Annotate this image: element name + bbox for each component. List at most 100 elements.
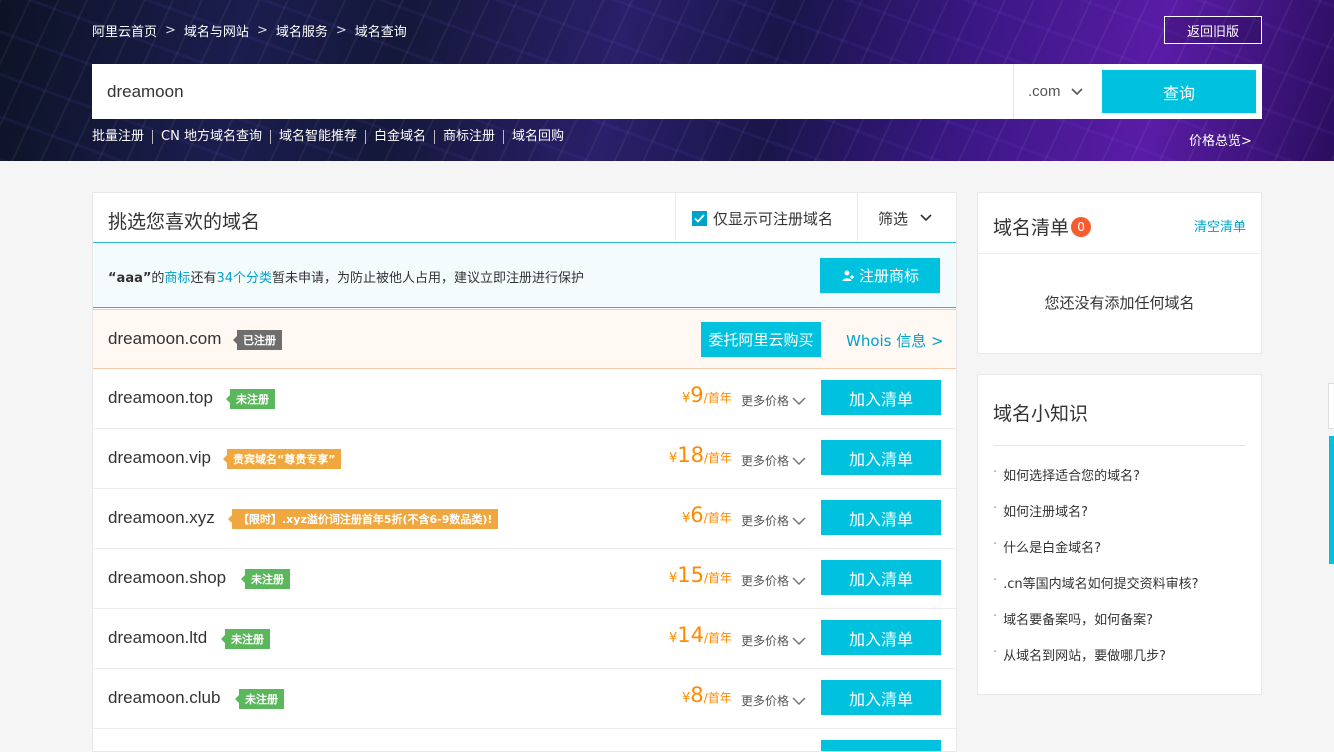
notice-text: 还有	[190, 271, 217, 286]
more-prices-toggle[interactable]: 更多价格	[741, 392, 806, 409]
more-prices-label: 更多价格	[741, 454, 790, 468]
domain-name: dreamoon.shop	[108, 568, 227, 587]
only-available-toggle[interactable]: 仅显示可注册域名	[675, 193, 857, 243]
tip-link[interactable]: 什么是白金域名?	[1003, 537, 1101, 556]
quick-link-platinum[interactable]: 白金域名	[364, 130, 434, 144]
side-toolbar-bar[interactable]	[1329, 436, 1334, 564]
status-badge: 未注册	[241, 569, 290, 589]
domain-name: dreamoon.club	[108, 688, 221, 707]
tip-item[interactable]: · 如何选择适合您的域名?	[993, 465, 1199, 501]
breadcrumb-domain-service[interactable]: 域名服务	[276, 21, 328, 40]
more-prices-toggle[interactable]: 更多价格	[741, 512, 806, 529]
tip-link[interactable]: 域名要备案吗，如何备案?	[1003, 609, 1153, 628]
tip-link[interactable]: .cn等国内域名如何提交资料审核?	[1003, 573, 1198, 592]
more-prices-toggle[interactable]: 更多价格	[741, 692, 806, 709]
add-to-list-button[interactable]: 加入清单	[821, 680, 941, 715]
breadcrumb: 阿里云首页 > 域名与网站 > 域名服务 > 域名查询	[92, 21, 407, 40]
price-value: 15	[677, 563, 705, 587]
breadcrumb-domains-sites[interactable]: 域名与网站	[184, 21, 249, 40]
register-trademark-label: 注册商标	[858, 267, 919, 285]
trademark-keyword: “aaa”	[108, 271, 152, 286]
query-button[interactable]: 查询	[1102, 70, 1256, 113]
divider	[978, 253, 1261, 254]
breadcrumb-home[interactable]: 阿里云首页	[92, 21, 157, 40]
whois-link[interactable]: Whois 信息 >	[846, 330, 944, 351]
quick-link-smart-recommend[interactable]: 域名智能推荐	[269, 130, 365, 144]
add-to-list-button[interactable]: 加入清单	[821, 380, 941, 415]
price: ¥18/首年	[669, 443, 732, 467]
price-overview-link[interactable]: 价格总览>	[1189, 130, 1252, 149]
more-prices-label: 更多价格	[741, 574, 790, 588]
more-prices-toggle[interactable]: 更多价格	[741, 572, 806, 589]
breadcrumb-separator: >	[165, 23, 176, 38]
quick-link-cn-local[interactable]: CN 地方域名查询	[152, 130, 270, 144]
suffix-select[interactable]: .com	[1013, 64, 1101, 119]
tip-link[interactable]: 如何选择适合您的域名?	[1003, 465, 1140, 484]
clear-cart-link[interactable]: 清空清单	[1194, 216, 1246, 235]
tip-item[interactable]: · 域名要备案吗，如何备案?	[993, 609, 1199, 645]
more-prices-toggle[interactable]: 更多价格	[741, 452, 806, 469]
quick-link-bulk-register[interactable]: 批量注册	[92, 130, 152, 144]
more-prices-toggle[interactable]: 更多价格	[741, 632, 806, 649]
categories-link[interactable]: 34个分类	[216, 271, 272, 286]
domain-row-registered: dreamoon.com 已注册 委托阿里云购买 Whois 信息 >	[93, 309, 956, 369]
domain-results-panel: 挑选您喜欢的域名 仅显示可注册域名 筛选 “aaa”的商标还有34个分类暂未申请…	[92, 192, 957, 752]
price-symbol: ¥	[682, 691, 691, 706]
tip-item[interactable]: · 如何注册域名?	[993, 501, 1199, 537]
domain-name: dreamoon.top	[108, 388, 213, 407]
user-add-icon	[842, 270, 854, 281]
promo-badge: 【限时】.xyz溢价词注册首年5折(不含6-9数品类)!	[227, 509, 499, 529]
register-trademark-button[interactable]: 注册商标	[820, 258, 940, 293]
back-to-old-version-button[interactable]: 返回旧版	[1164, 16, 1262, 44]
status-badge: 未注册	[221, 629, 270, 649]
delegate-purchase-button[interactable]: 委托阿里云购买	[701, 322, 821, 357]
chevron-down-icon	[792, 396, 806, 405]
price-unit: /首年	[703, 391, 732, 405]
panel-header: 挑选您喜欢的域名 仅显示可注册域名 筛选	[93, 193, 956, 243]
domain-row	[93, 729, 956, 751]
bullet-icon: ·	[993, 609, 998, 624]
breadcrumb-domain-query[interactable]: 域名查询	[355, 21, 407, 40]
tip-link[interactable]: 如何注册域名?	[1003, 501, 1088, 520]
price-symbol: ¥	[669, 451, 678, 466]
notice-text: 暂未申请，为防止被他人占用，建议立即注册进行保护	[272, 271, 585, 286]
side-toolbar-tab[interactable]	[1328, 383, 1334, 429]
add-to-list-button[interactable]: 加入清单	[821, 620, 941, 655]
price-unit: /首年	[704, 571, 733, 585]
filter-dropdown[interactable]: 筛选	[857, 193, 956, 243]
price-unit: /首年	[704, 631, 733, 645]
chevron-down-icon	[792, 696, 806, 705]
checkbox-checked-icon[interactable]	[692, 210, 707, 226]
status-badge: 未注册	[235, 689, 284, 709]
divider	[993, 445, 1245, 446]
tip-item[interactable]: · 从域名到网站，要做哪几步?	[993, 645, 1199, 681]
trademark-link[interactable]: 商标	[164, 271, 190, 286]
quick-link-trademark[interactable]: 商标注册	[433, 130, 503, 144]
tip-link[interactable]: 从域名到网站，要做哪几步?	[1003, 645, 1166, 664]
status-badge: 已注册	[233, 330, 282, 350]
domain-row: dreamoon.top 未注册 ¥9/首年 更多价格 加入清单	[93, 369, 956, 429]
cart-title: 域名清单 0	[993, 213, 1092, 240]
domain-cart: 域名清单 0 清空清单 您还没有添加任何域名	[977, 192, 1262, 354]
suffix-value: .com	[1028, 83, 1061, 100]
add-to-list-button[interactable]: 加入清单	[821, 560, 941, 595]
cart-empty-message: 您还没有添加任何域名	[1044, 294, 1195, 312]
tips-title: 域名小知识	[993, 403, 1089, 425]
tips-list: · 如何选择适合您的域名? · 如何注册域名? · 什么是白金域名? · .cn等国内域…	[993, 465, 1199, 681]
add-to-list-button[interactable]: 加入清单	[821, 500, 941, 535]
domain-row: dreamoon.shop 未注册 ¥15/首年 更多价格 加入清单	[93, 549, 956, 609]
breadcrumb-separator: >	[256, 23, 268, 38]
chevron-down-icon	[792, 456, 806, 465]
tip-item[interactable]: · .cn等国内域名如何提交资料审核?	[993, 573, 1199, 609]
add-to-list-button[interactable]	[821, 740, 941, 751]
bullet-icon: ·	[993, 465, 998, 480]
tip-item[interactable]: · 什么是白金域名?	[993, 537, 1199, 573]
quick-link-buyback[interactable]: 域名回购	[503, 130, 572, 144]
chevron-down-icon	[1070, 87, 1083, 95]
status-badge: 未注册	[226, 389, 275, 409]
cart-count-badge: 0	[1071, 216, 1092, 237]
domain-search-input[interactable]	[92, 64, 1012, 119]
price: ¥8/首年	[682, 683, 732, 707]
add-to-list-button[interactable]: 加入清单	[821, 440, 941, 475]
domain-name: dreamoon.xyz	[108, 508, 215, 527]
